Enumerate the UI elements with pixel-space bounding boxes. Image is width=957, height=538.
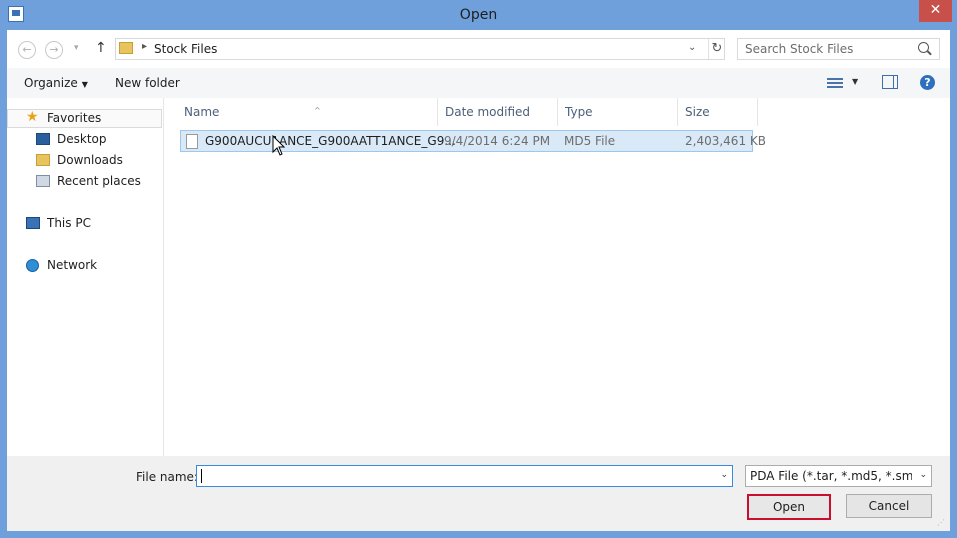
- file-type-filter-value: PDA File (*.tar, *.md5, *.smd, *.gz): [750, 469, 912, 483]
- sidebar-item-this-pc[interactable]: This PC: [47, 216, 91, 230]
- chevron-down-icon: ▼: [81, 80, 88, 89]
- file-size: 2,403,461 KB: [685, 134, 766, 148]
- title-bar[interactable]: Open ✕: [0, 0, 957, 30]
- search-placeholder: Search Stock Files: [745, 42, 854, 56]
- open-dialog: Open ✕ ← → ▾ ↑ ▸ Stock Files ⌄ ↻ Search …: [0, 0, 957, 538]
- breadcrumb-location[interactable]: Stock Files: [154, 42, 217, 56]
- cancel-button[interactable]: Cancel: [846, 494, 932, 518]
- sidebar-item-network[interactable]: Network: [47, 258, 97, 272]
- text-caret: [201, 469, 202, 483]
- resize-grip-icon[interactable]: ⋰: [937, 518, 947, 528]
- back-button[interactable]: ←: [18, 41, 36, 59]
- open-button[interactable]: Open: [747, 494, 831, 520]
- folder-icon: [119, 42, 133, 54]
- sidebar-item-recent-places[interactable]: Recent places: [57, 174, 141, 188]
- file-date: 9/4/2014 6:24 PM: [444, 134, 551, 148]
- star-icon: ★: [26, 109, 39, 125]
- sidebar-item-downloads[interactable]: Downloads: [57, 153, 123, 167]
- network-icon: [26, 259, 39, 272]
- file-name[interactable]: G900AUCU1ANCE_G900AATT1ANCE_G9...: [205, 134, 456, 148]
- up-button[interactable]: ↑: [95, 40, 107, 56]
- file-name-dropdown-icon[interactable]: ⌄: [720, 470, 728, 480]
- command-toolbar: Organize ▼ New folder ▼ ?: [7, 68, 950, 98]
- recent-locations-button[interactable]: ▾: [74, 43, 79, 53]
- close-button[interactable]: ✕: [919, 0, 952, 22]
- dialog-body: ← → ▾ ↑ ▸ Stock Files ⌄ ↻ Search Stock F…: [7, 30, 950, 531]
- computer-icon: [26, 217, 40, 229]
- file-type: MD5 File: [564, 134, 616, 148]
- view-options-chevron-icon[interactable]: ▼: [852, 77, 858, 86]
- sidebar-item-desktop[interactable]: Desktop: [57, 132, 107, 146]
- sidebar-item-label[interactable]: Favorites: [47, 111, 101, 125]
- file-name-label: File name:: [136, 470, 198, 484]
- column-header-type[interactable]: Type: [558, 98, 678, 126]
- column-header-label: Name: [184, 105, 220, 119]
- breadcrumb-chevron-icon[interactable]: ▸: [142, 41, 147, 52]
- address-dropdown-button[interactable]: ⌄: [688, 42, 696, 53]
- organize-label: Organize: [24, 76, 78, 90]
- refresh-button[interactable]: ↻: [708, 39, 725, 59]
- column-header-size[interactable]: Size: [678, 98, 758, 126]
- mouse-cursor-icon: [272, 135, 286, 156]
- table-row[interactable]: G900AUCU1ANCE_G900AATT1ANCE_G9... 9/4/20…: [180, 130, 766, 152]
- forward-button[interactable]: →: [45, 41, 63, 59]
- window-title: Open: [459, 7, 498, 23]
- dialog-footer: File name: ⌄ PDA File (*.tar, *.md5, *.s…: [7, 456, 950, 531]
- help-icon[interactable]: ?: [920, 75, 935, 90]
- column-header-date[interactable]: Date modified: [438, 98, 558, 126]
- filter-dropdown-icon[interactable]: ⌄: [919, 470, 927, 480]
- desktop-icon: [36, 133, 50, 145]
- column-header-name[interactable]: Name ^: [177, 98, 438, 126]
- file-type-filter-select[interactable]: PDA File (*.tar, *.md5, *.smd, *.gz) ⌄: [745, 465, 932, 487]
- navigation-bar: ← → ▾ ↑ ▸ Stock Files ⌄ ↻ Search Stock F…: [7, 30, 950, 68]
- organize-button[interactable]: Organize ▼: [24, 76, 88, 90]
- navigation-pane: ★ Favorites Desktop Downloads Recent pla…: [7, 98, 164, 456]
- recent-places-icon: [36, 175, 50, 187]
- downloads-icon: [36, 154, 50, 166]
- search-icon[interactable]: [918, 42, 929, 53]
- address-bar[interactable]: ▸ Stock Files ⌄ ↻: [115, 38, 725, 60]
- file-name-input[interactable]: ⌄: [196, 465, 733, 487]
- preview-pane-icon[interactable]: [882, 75, 898, 89]
- sort-ascending-icon: ^: [314, 106, 321, 115]
- new-folder-button[interactable]: New folder: [115, 76, 180, 90]
- search-input[interactable]: Search Stock Files: [737, 38, 940, 60]
- change-view-icon[interactable]: [827, 76, 843, 90]
- file-icon: [186, 134, 198, 149]
